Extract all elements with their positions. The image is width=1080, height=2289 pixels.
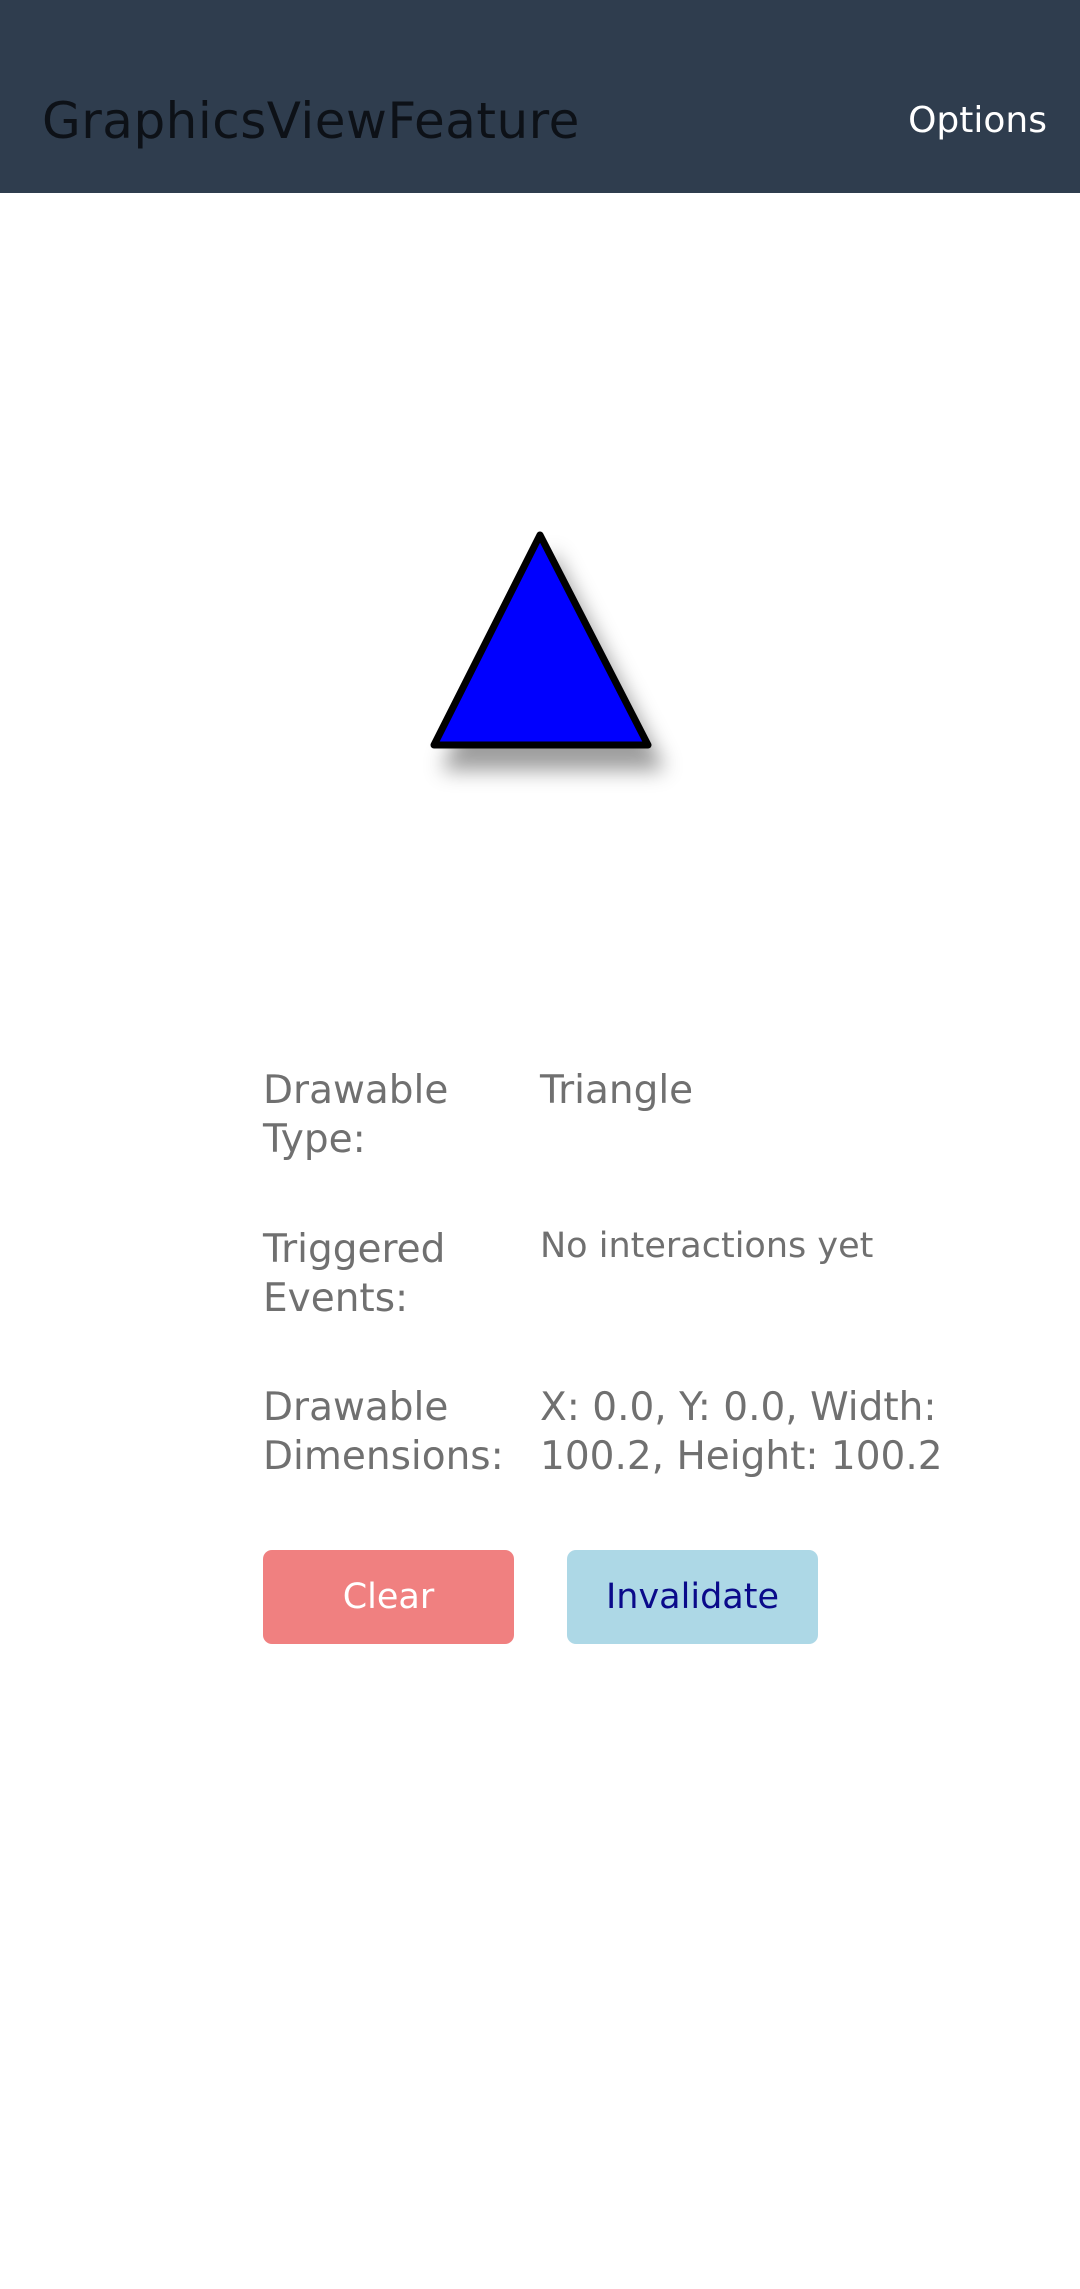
- graphics-canvas: [430, 531, 652, 749]
- triggered-events-value: No interactions yet: [540, 1226, 874, 1266]
- clear-button[interactable]: Clear: [263, 1550, 514, 1644]
- drawable-dimensions-label: Drawable Dimensions:: [263, 1385, 504, 1479]
- drawable-type-label: Drawable Type:: [263, 1068, 449, 1162]
- drawable-type-value: Triangle: [540, 1068, 694, 1113]
- invalidate-button[interactable]: Invalidate: [567, 1550, 818, 1644]
- app-bar: GraphicsViewFeature Options: [0, 0, 1080, 193]
- triangle-drawable[interactable]: [430, 531, 652, 749]
- app-title: GraphicsViewFeature: [42, 92, 580, 150]
- drawable-dimensions-value: X: 0.0, Y: 0.0, Width: 100.2, Height: 10…: [540, 1385, 943, 1479]
- options-button[interactable]: Options: [908, 96, 1047, 146]
- triggered-events-label: Triggered Events:: [263, 1227, 446, 1321]
- graphics-view[interactable]: [0, 193, 1080, 1023]
